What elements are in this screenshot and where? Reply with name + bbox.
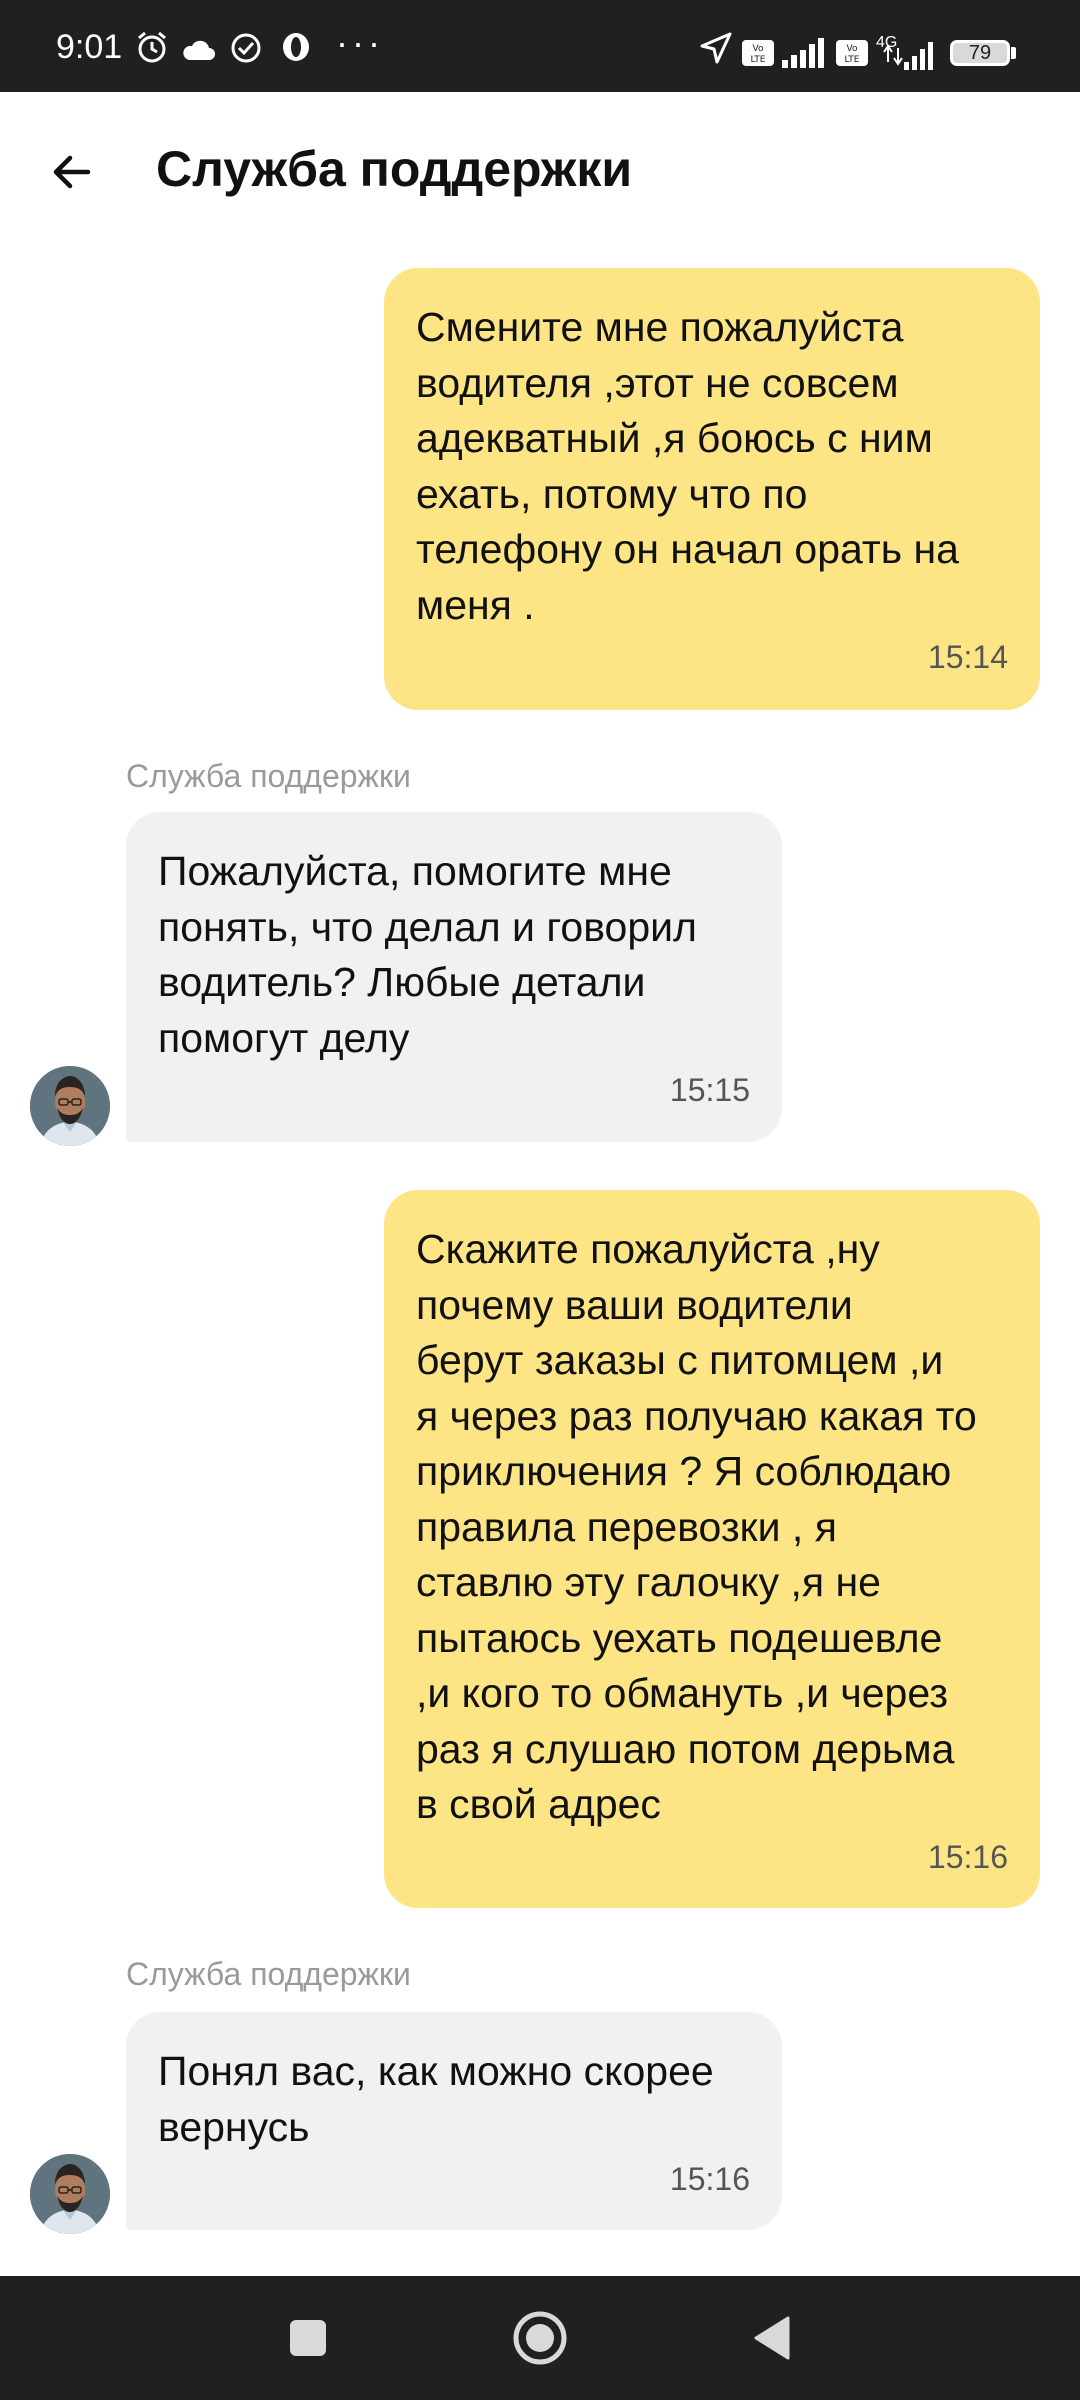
check-circle-icon [228,30,264,66]
volte-icon: Vo LTE [742,40,774,66]
status-time: 9:01 [56,28,123,66]
status-bar: 9:01 ··· Vo LTE Vo LTE 4G 79 [0,0,1080,92]
system-back-button[interactable] [740,2306,804,2370]
back-arrow-icon [53,155,91,189]
home-circle-icon [513,2311,567,2365]
sender-name: Служба поддержки [126,1956,411,1992]
message-text: Пожалуйста, помогите мне понять, что дел… [158,848,697,1061]
message-time: 15:15 [669,1072,750,1108]
svg-text:Vo: Vo [847,44,858,54]
signal-icon [782,38,828,68]
battery-icon: 79 [950,40,1010,66]
svg-text:Vo: Vo [753,44,764,54]
recents-button[interactable] [276,2306,340,2370]
more-icon: ··· [336,22,384,63]
support-agent-avatar [30,2154,110,2234]
back-button[interactable] [44,142,114,202]
app-header: Служба поддержки [0,92,1080,252]
message-time: 15:16 [927,1838,1008,1875]
message-time: 15:14 [927,639,1008,675]
location-arrow-icon [698,30,734,66]
message-bubble-outgoing[interactable]: Скажите пожалуйста ,ну почему ваши водит… [384,1190,1040,1908]
cloud-icon [180,38,216,62]
message-text: Понял вас, как можно скорее вернусь [158,2048,714,2150]
message-bubble-incoming[interactable]: Пожалуйста, помогите мне понять, что дел… [126,812,782,1142]
back-triangle-icon [754,2316,790,2360]
volte-icon: Vo LTE [836,40,868,66]
home-button[interactable] [508,2306,572,2370]
recents-square-icon [290,2320,326,2356]
message-text: Смените мне пожалуйста водителя ,этот не… [416,304,959,628]
svg-text:LTE: LTE [751,55,766,65]
message-bubble-incoming[interactable]: Понял вас, как можно скорее вернусь 15:1… [126,2012,782,2230]
message-bubble-outgoing[interactable]: Смените мне пожалуйста водителя ,этот не… [384,268,1040,710]
alarm-icon [134,30,170,66]
battery-tip [1011,47,1016,59]
message-text: Скажите пожалуйста ,ну почему ваши водит… [416,1226,977,1827]
battery-level: 79 [968,42,992,64]
page-title: Служба поддержки [156,141,633,197]
support-agent-avatar [30,1066,110,1146]
message-time: 15:16 [669,2161,750,2197]
sender-name: Служба поддержки [126,758,411,794]
svg-text:LTE: LTE [845,55,860,65]
opera-icon [280,30,312,64]
signal-icon [882,40,938,70]
system-navigation-bar [0,2276,1080,2400]
